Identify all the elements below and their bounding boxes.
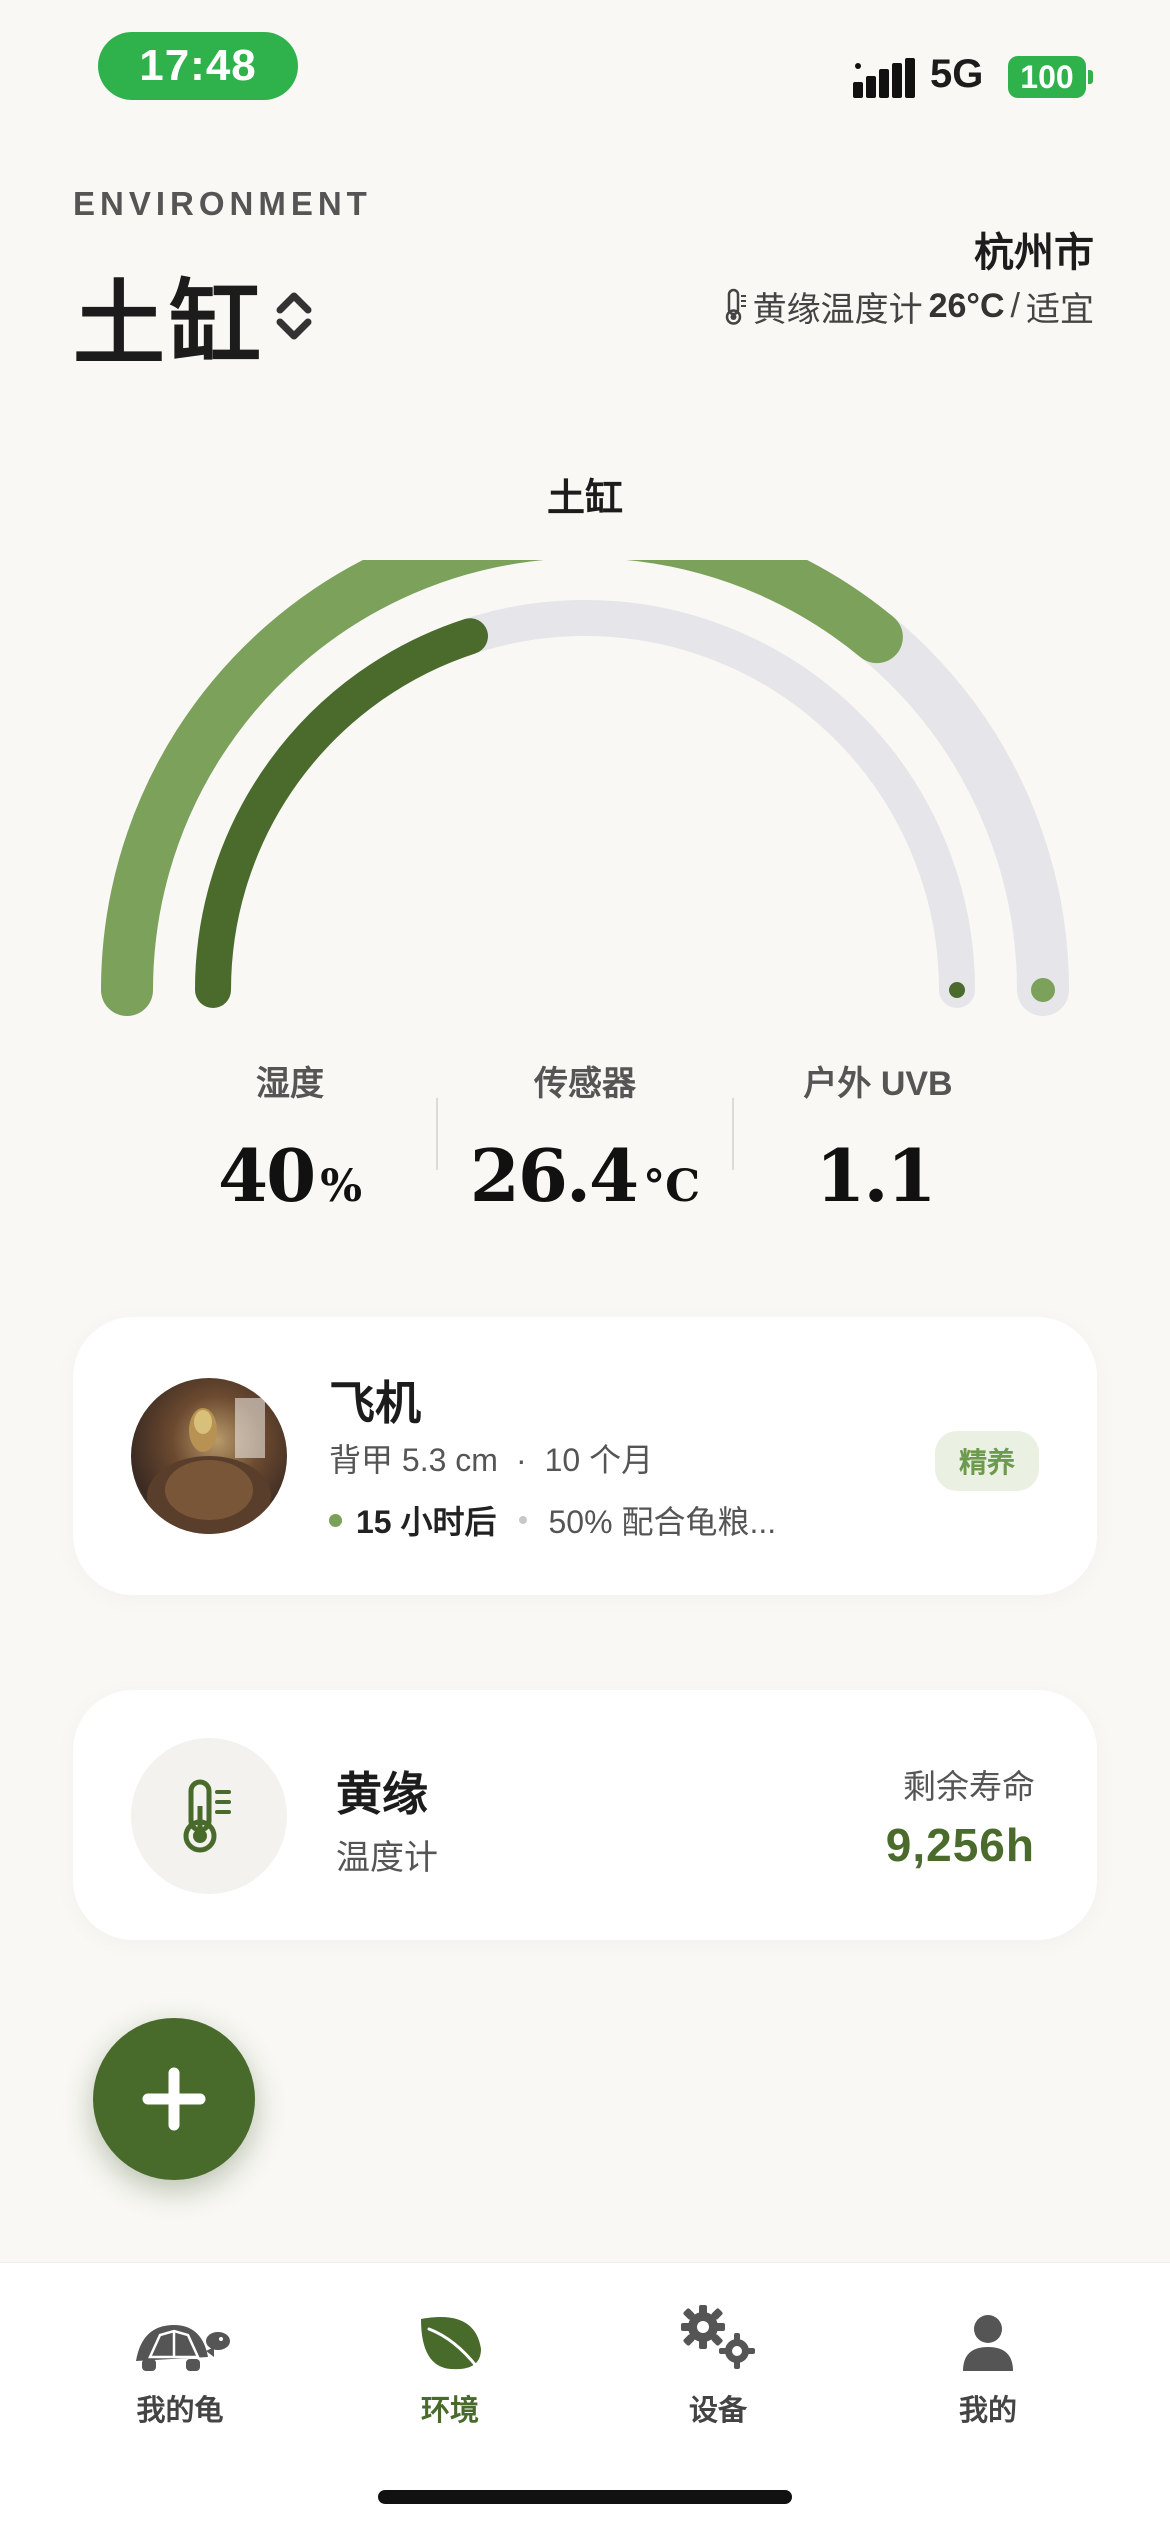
turtle-age: 10 个月 <box>544 1442 654 1478</box>
tab-label: 我的龟 <box>136 2395 224 2427</box>
turtle-meta: 背甲 5.3 cm · 10 个月 <box>329 1442 654 1478</box>
device-life-label: 剩余寿命 <box>903 1768 1035 1805</box>
leaf-icon <box>421 2317 481 2370</box>
home-indicator <box>378 2490 792 2504</box>
tank-selector[interactable]: 土缸 <box>73 250 265 383</box>
tab-environment[interactable]: 环境 <box>350 2303 550 2429</box>
sensor-status: 适宜 <box>1026 291 1094 329</box>
device-icon-wrap <box>131 1738 287 1894</box>
battery-indicator: 100 <box>1008 56 1086 98</box>
turtle-card[interactable]: 飞机 背甲 5.3 cm · 10 个月 15 小时后 50% 配合龟粮... 精养 <box>73 1317 1097 1595</box>
inner-ring-track <box>195 600 975 1008</box>
next-feed: 15 小时后 <box>356 1504 497 1540</box>
environment-gauge <box>101 560 1069 1016</box>
device-card[interactable]: 黄缘 温度计 剩余寿命 9,256h <box>73 1690 1097 1940</box>
metric-value: 26.4 °C <box>469 1133 701 1218</box>
add-button[interactable] <box>93 2018 255 2180</box>
tab-me[interactable]: 我的 <box>888 2303 1088 2429</box>
turtle-feed-status: 15 小时后 50% 配合龟粮... <box>329 1497 776 1543</box>
status-dot <box>329 1513 342 1527</box>
plus-icon <box>142 2067 206 2131</box>
gauge-title: 土缸 <box>546 478 623 520</box>
thermometer-icon <box>183 1779 231 1853</box>
turtle-shell-length: 背甲 5.3 cm <box>329 1442 498 1478</box>
tab-my-turtles[interactable]: 我的龟 <box>80 2303 280 2429</box>
device-life-value: 9,256h <box>885 1819 1035 1871</box>
metric-value: 1.1 <box>815 1133 936 1218</box>
network-label: 5G <box>930 52 984 96</box>
tab-label: 我的 <box>958 2395 1017 2427</box>
tab-label: 设备 <box>688 2395 747 2427</box>
sensor-separator: / <box>1010 287 1020 325</box>
tab-devices[interactable]: 设备 <box>618 2303 818 2429</box>
metric-label: 湿度 <box>256 1065 324 1103</box>
gears-icon <box>681 2305 755 2369</box>
device-type: 温度计 <box>336 1839 438 1877</box>
turtle-avatar <box>131 1378 287 1534</box>
signal-icon <box>853 58 915 98</box>
device-name: 黄缘 <box>336 1768 428 1820</box>
care-badge: 精养 <box>934 1431 1039 1491</box>
sensor-name: 黄缘温度计 <box>752 291 923 329</box>
sensor-temp: 26°C <box>928 287 1005 325</box>
status-time: 17:48 <box>98 32 298 100</box>
separator-dot <box>518 1516 527 1524</box>
city-label: 杭州市 <box>974 231 1094 275</box>
outer-ring-end-dot <box>1031 978 1055 1002</box>
tab-label: 环境 <box>420 2395 479 2427</box>
metric-label: 传感器 <box>534 1065 636 1103</box>
feed-note: 50% 配合龟粮... <box>548 1504 777 1540</box>
section-label: ENVIRONMENT <box>73 185 372 222</box>
turtle-icon <box>136 2325 230 2371</box>
metric-humidity: 湿度 40% <box>140 1056 440 1218</box>
thermometer-small-icon <box>725 288 746 325</box>
metric-uvb: 户外 UVB 1.1 <box>728 1056 1028 1218</box>
turtle-name: 飞机 <box>329 1377 421 1429</box>
metric-value: 40% <box>217 1133 362 1218</box>
person-icon <box>963 2315 1013 2371</box>
inner-ring-end-dot <box>949 982 965 998</box>
chevron-up-down-icon[interactable] <box>274 288 314 344</box>
battery-cap <box>1088 70 1093 84</box>
sensor-summary[interactable]: 黄缘温度计 26°C / 适宜 <box>725 282 1094 331</box>
metric-sensor: 传感器 26.4 °C <box>435 1056 735 1218</box>
metric-label: 户外 UVB <box>803 1065 953 1103</box>
